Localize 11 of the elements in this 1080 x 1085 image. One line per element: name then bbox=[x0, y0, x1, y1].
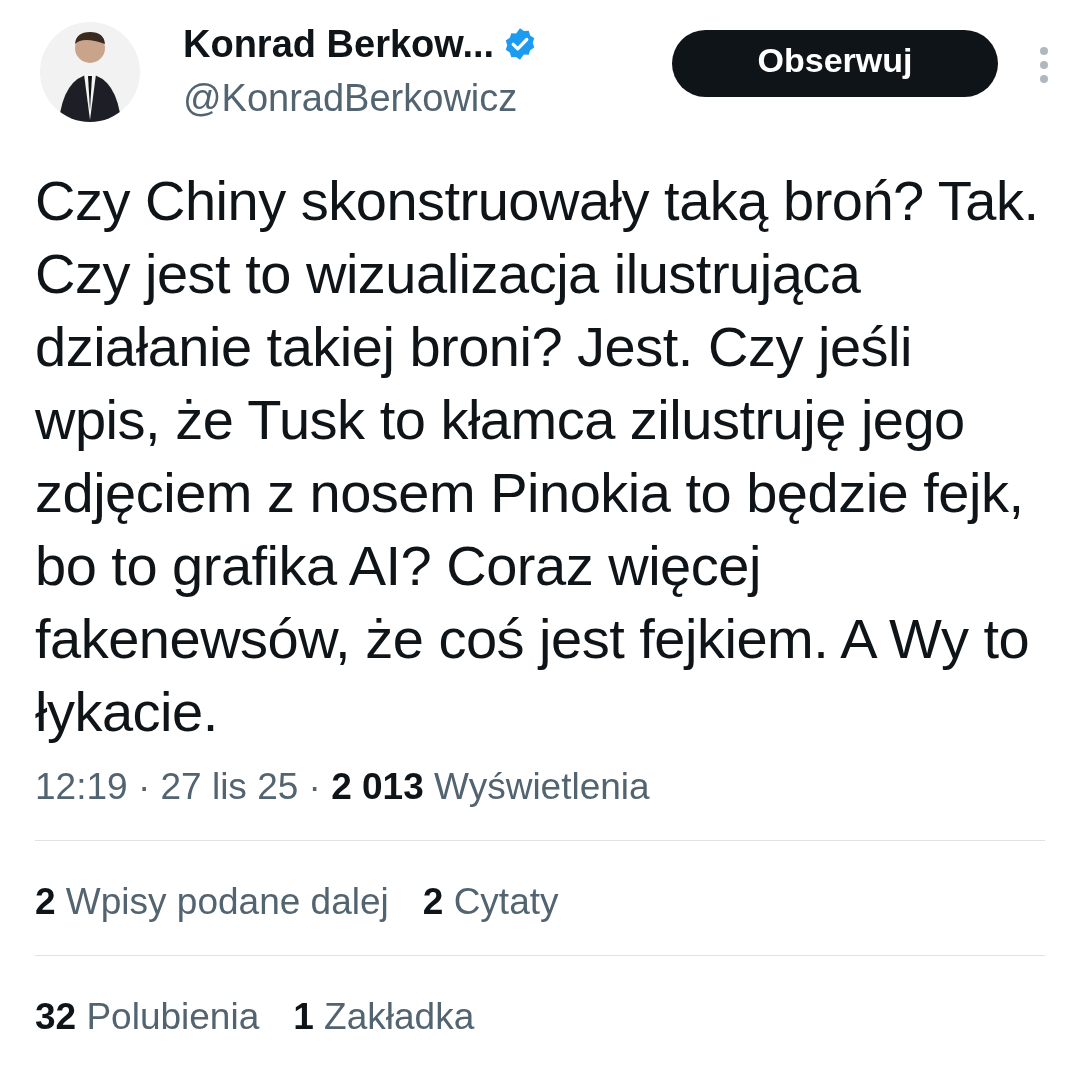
stat-link[interactable]: 2 Wpisy podane dalej bbox=[35, 877, 389, 927]
views-link[interactable]: 2 013 Wyświetlenia bbox=[331, 762, 650, 812]
stat-link[interactable]: 2 Cytaty bbox=[422, 877, 559, 927]
follow-button[interactable]: Obserwuj bbox=[672, 30, 998, 97]
author-handle[interactable]: @KonradBerkowicz bbox=[183, 76, 539, 120]
more-options-icon[interactable] bbox=[1038, 45, 1050, 85]
stat-link[interactable]: 32 Polubienia bbox=[35, 992, 260, 1042]
tweet-text: Czy Chiny skonstruowały taką broń? Tak. Czy jest to wizualizacja ilustrująca działanie takiej broni? Jest. Czy jeśli wpis, że Tusk to kłamca zilustruję jego zdjęciem z nosem Pinokia to będzie fejk, bo to grafika AI? Coraz więcej fakenewsów, że coś jest fejkiem. A Wy to łykacie. bbox=[35, 168, 1040, 745]
author-name[interactable]: Konrad Berkow... bbox=[183, 22, 495, 66]
stat-link[interactable]: 1 Zakładka bbox=[293, 992, 475, 1042]
tweet-timestamp[interactable]: 12:19 · 27 lis 25 · bbox=[35, 762, 332, 812]
